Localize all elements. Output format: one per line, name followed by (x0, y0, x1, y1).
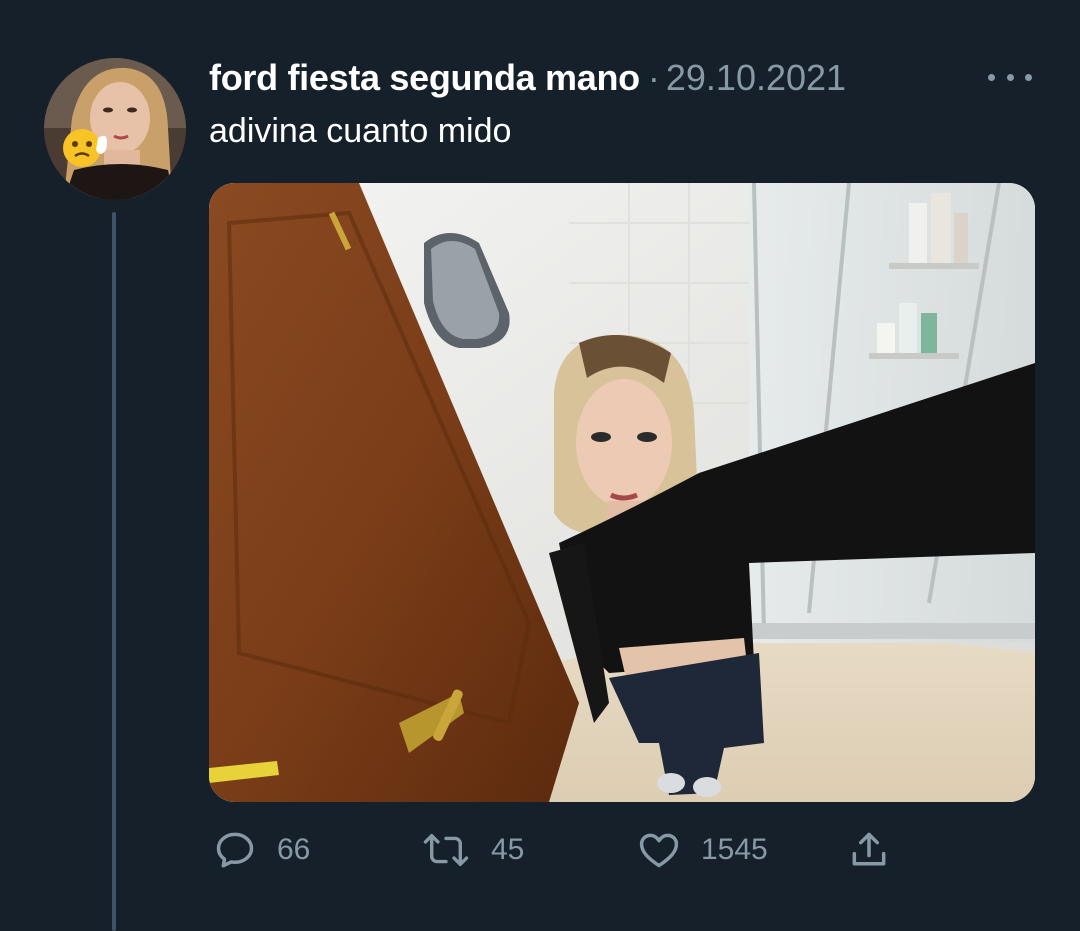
retweet-button[interactable]: 45 (421, 820, 524, 880)
share-button[interactable] (847, 820, 891, 880)
like-button[interactable]: 1545 (637, 820, 768, 880)
speech-bubble-icon (213, 828, 257, 872)
tweet-header: ford fiesta segunda mano · 29.10.2021 (209, 56, 846, 100)
more-dot (1006, 73, 1014, 81)
retweet-arrows-icon (421, 828, 471, 872)
more-dot (988, 73, 995, 81)
reply-count: 66 (277, 833, 311, 866)
tweet[interactable]: ford fiesta segunda mano · 29.10.2021 ad… (0, 0, 1080, 931)
more-dot (1025, 73, 1032, 81)
retweet-count: 45 (491, 833, 525, 866)
tweet-date[interactable]: 29.10.2021 (666, 57, 846, 99)
tweet-actions: 66 45 1545 (209, 820, 1035, 880)
header-separator: · (647, 57, 660, 98)
like-count: 1545 (701, 833, 768, 866)
share-upload-icon (847, 828, 891, 872)
thread-line (112, 212, 116, 931)
tweet-text: adivina cuanto mido (209, 112, 512, 150)
display-name[interactable]: ford fiesta segunda mano (209, 57, 640, 99)
avatar[interactable] (44, 58, 186, 200)
tweet-photo[interactable] (209, 183, 1035, 802)
heart-icon (637, 828, 681, 872)
more-dots-icon[interactable] (988, 62, 1032, 92)
reply-button[interactable]: 66 (213, 820, 310, 880)
